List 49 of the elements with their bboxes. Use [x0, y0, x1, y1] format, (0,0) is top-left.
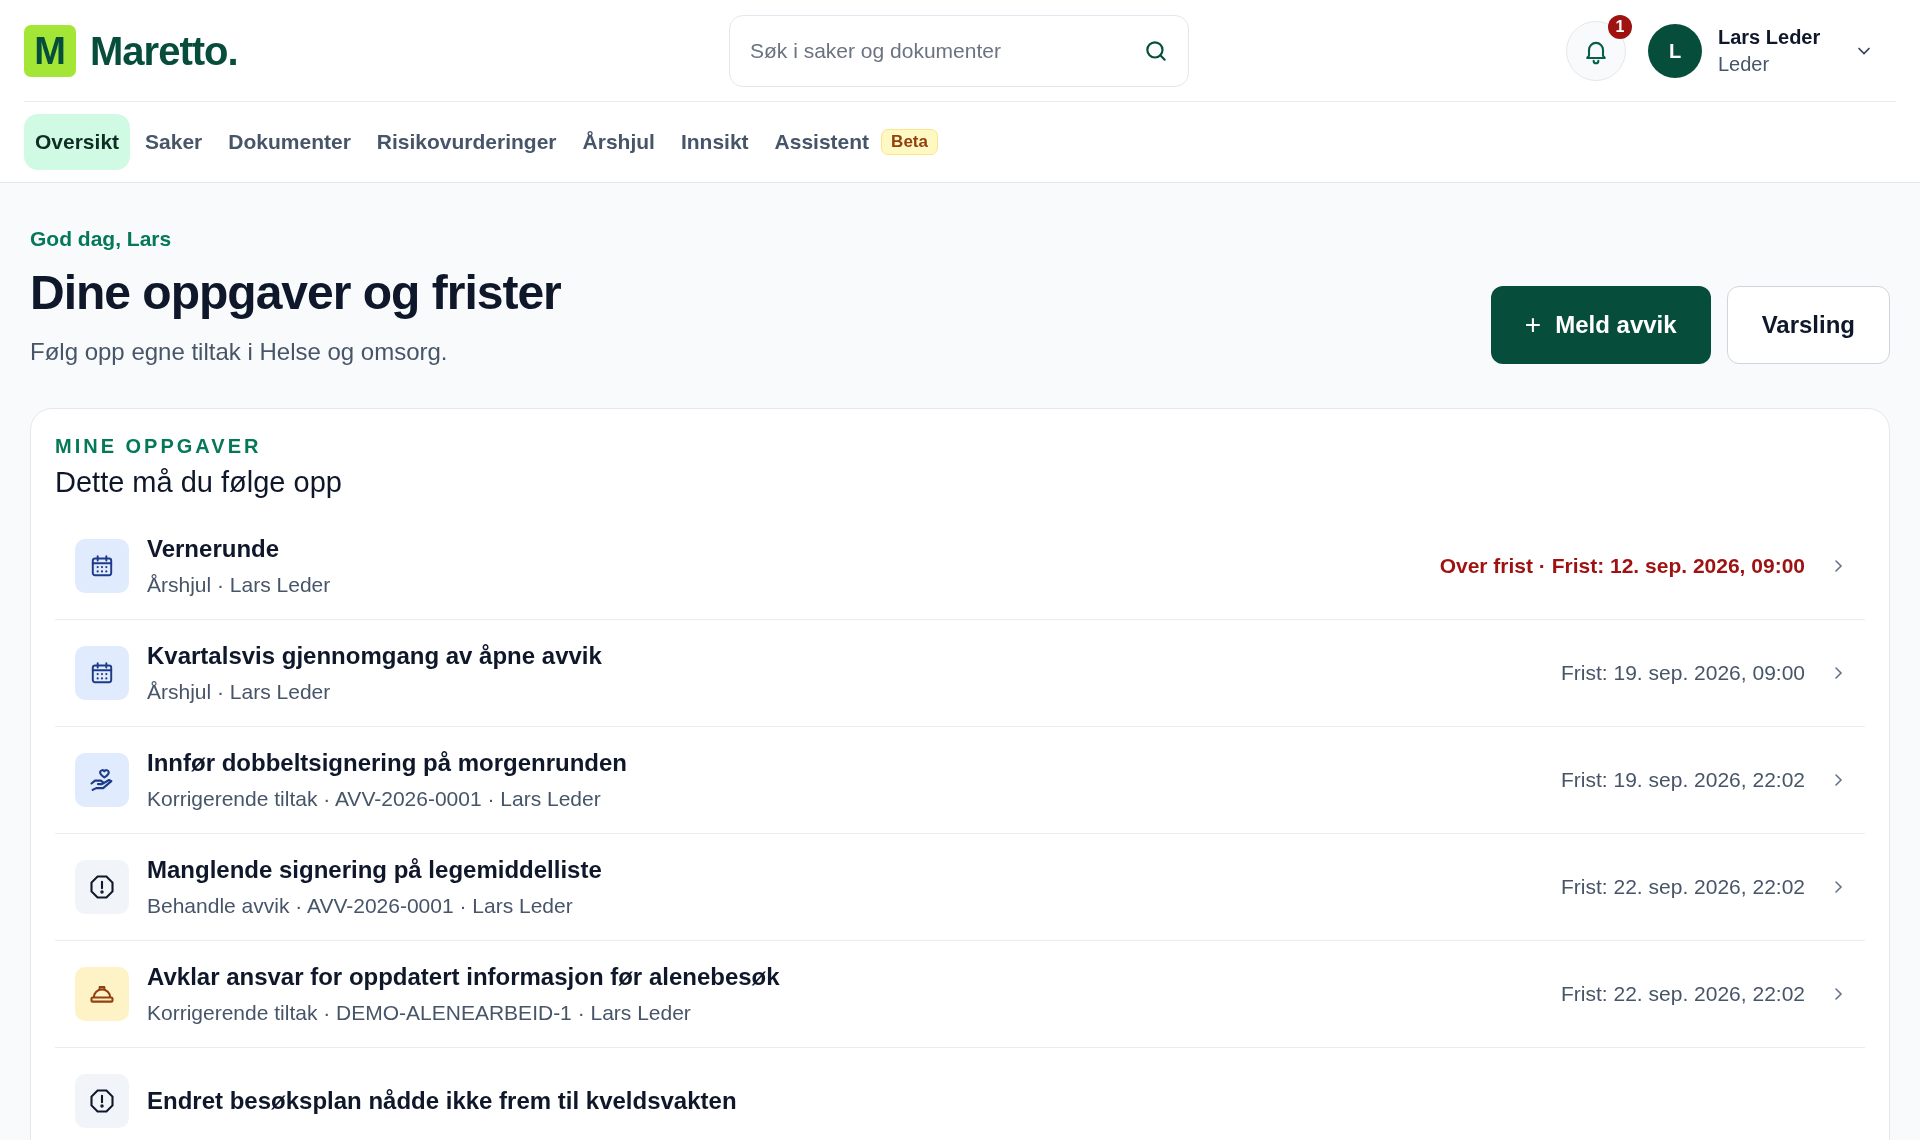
report-button[interactable]: + Meld avvik: [1490, 286, 1711, 364]
task-title: Avklar ansvar for oppdatert informasjon før alenebesøk: [147, 963, 781, 991]
calendar-icon: [89, 660, 115, 686]
nav-tab[interactable]: Innsikt: [669, 114, 760, 170]
beta-badge: Beta: [881, 129, 938, 155]
alert-button[interactable]: Varsling: [1726, 286, 1890, 364]
task-meta: Korrigerende tiltak · DEMO-ALENEARBEID-1 · Lars Leder: [147, 1001, 692, 1025]
nav-tab[interactable]: Oversikt: [24, 114, 131, 170]
brand-name: Maretto.: [90, 28, 238, 74]
task-row[interactable]: Vernerunde Årshjul · Lars Leder Over frist · Frist: 12. sep. 2026, 09:00: [55, 513, 1865, 620]
task-title: Manglende signering på legemiddelliste: [147, 856, 603, 884]
user-name: Lars Leder: [1718, 26, 1822, 49]
task-title: Kvartalsvis gjennomgang av åpne avvik: [147, 642, 603, 670]
task-deadline: Frist: 19. sep. 2026, 09:00: [1561, 661, 1805, 685]
greeting: God dag, Lars: [30, 227, 173, 251]
page-subtitle: Følg opp egne tiltak i Helse og omsorg.: [30, 338, 449, 366]
user-role: Leder: [1718, 53, 1771, 76]
task-row[interactable]: Endret besøksplan nådde ikke frem til kveldsvakten: [55, 1048, 1865, 1140]
section-eyebrow: MINE OPPGAVER: [55, 435, 263, 458]
task-row[interactable]: Kvartalsvis gjennomgang av åpne avvik Årshjul · Lars Leder Frist: 19. sep. 2026, 09:00: [55, 620, 1865, 727]
nav-tab[interactable]: Årshjul: [571, 114, 666, 170]
page-title: Dine oppgaver og frister: [30, 265, 561, 320]
calendar-icon: [89, 553, 115, 579]
notification-count: 1: [1608, 15, 1632, 39]
search-field[interactable]: Søk i saker og dokumenter: [729, 15, 1189, 87]
nav-tab[interactable]: Saker: [134, 114, 214, 170]
task-title: Endret besøksplan nådde ikke frem til kveldsvakten: [147, 1087, 738, 1115]
task-deadline: Frist: 22. sep. 2026, 22:02: [1561, 875, 1805, 899]
task-deadline: Frist: 19. sep. 2026, 22:02: [1561, 768, 1805, 792]
task-meta: Behandle avvik · AVV-2026-0001 · Lars Leder: [147, 894, 574, 918]
user-avatar[interactable]: L: [1648, 24, 1702, 78]
section-heading: Dette må du følge opp: [55, 466, 343, 499]
task-meta: Årshjul · Lars Leder: [147, 573, 332, 597]
logo-mark: M: [24, 25, 76, 77]
nav-tab[interactable]: Risikovurderinger: [365, 114, 568, 170]
task-title: Innfør dobbeltsignering på morgenrunden: [147, 749, 628, 777]
task-meta: Årshjul · Lars Leder: [147, 680, 332, 704]
alert-icon: [88, 1087, 116, 1115]
search-icon[interactable]: [1143, 38, 1169, 64]
task-row[interactable]: Avklar ansvar for oppdatert informasjon før alenebesøk Korrigerende tiltak · DEMO-ALENEARBEID-1 · Lars Leder Frist: 22. sep. 2026, 22:02: [55, 941, 1865, 1048]
task-meta: Korrigerende tiltak · AVV-2026-0001 · Lars Leder: [147, 787, 602, 811]
nav-tab[interactable]: Assistent Beta: [763, 113, 949, 171]
alert-icon: [88, 873, 116, 901]
task-row[interactable]: Manglende signering på legemiddelliste Behandle avvik · AVV-2026-0001 · Lars Leder Frist: 22. sep. 2026, 22:02: [55, 834, 1865, 941]
task-row[interactable]: Innfør dobbeltsignering på morgenrunden Korrigerende tiltak · AVV-2026-0001 · Lars Leder Frist: 19. sep. 2026, 22:02: [55, 727, 1865, 834]
task-deadline: Frist: 22. sep. 2026, 22:02: [1561, 982, 1805, 1006]
task-title: Vernerunde: [147, 535, 281, 563]
task-deadline: Over frist · Frist: 12. sep. 2026, 09:00: [1439, 554, 1805, 578]
nav-tab[interactable]: Dokumenter: [217, 114, 362, 170]
